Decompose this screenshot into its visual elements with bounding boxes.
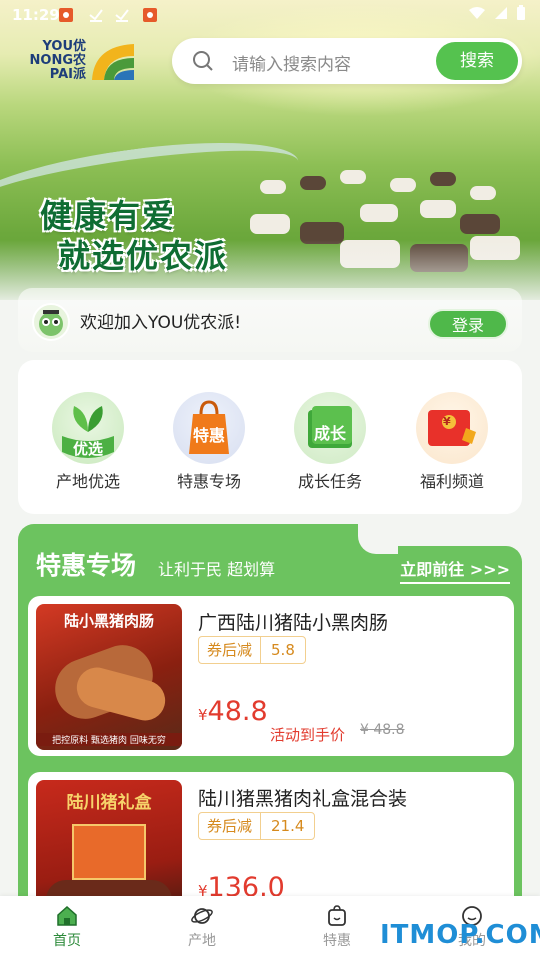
planet-icon (191, 908, 213, 924)
shortcut-label: 福利频道 (419, 472, 484, 491)
battery-icon (517, 5, 525, 20)
search-input[interactable]: 请输入搜索内容 (232, 50, 351, 75)
product-image-title: 陆川猪礼盒 (66, 793, 152, 813)
welcome-text: 欢迎加入YOU优农派! (80, 313, 242, 333)
nav-label: 产地 (188, 933, 216, 949)
product-image-tags: 把控原料 甄选猪肉 回味无穷 (36, 733, 182, 746)
search-button[interactable]: 搜索 (436, 42, 518, 80)
status-time: 11:29 (12, 6, 60, 24)
gift-bag-icon (328, 905, 346, 926)
login-button[interactable]: 登录 (428, 309, 508, 339)
home-icon (57, 905, 77, 926)
shortcut-badge: 成长 (313, 424, 346, 443)
logo-mark-icon (92, 44, 134, 80)
shortcut-label: 产地优选 (55, 472, 120, 491)
logo-line-1: YOU优 (42, 39, 86, 54)
section-tab-notch (358, 524, 398, 554)
welcome-card: 欢迎加入YOU优农派! 登录 (18, 288, 522, 352)
product-price: ¥48.8 (198, 696, 268, 727)
shortcut-growth-task[interactable]: 成长 成长任务 (280, 392, 380, 492)
shortcut-badge: ¥ (443, 415, 451, 428)
product-image-title: 陆小黑猪肉肠 (63, 612, 154, 630)
watermark-text: ITMOP.COM (380, 920, 540, 950)
search-bar[interactable]: 请输入搜索内容 搜索 (172, 38, 522, 84)
growth-book-icon: 成长 (294, 392, 366, 464)
special-offer-section: 特惠专场 让利于民 超划算 立即前往 >>> 陆小黑猪肉肠 把控原料 甄选猪肉 … (18, 524, 522, 932)
nav-label: 特惠 (323, 933, 351, 949)
cow-figure (260, 180, 286, 194)
nav-home[interactable]: 首页 (27, 904, 107, 950)
cow-figure (300, 176, 326, 190)
section-subtitle: 让利于民 超划算 (158, 560, 276, 579)
coupon-value: 21.4 (271, 817, 305, 835)
gift-box-shape (72, 824, 146, 880)
avatar (32, 303, 70, 341)
cow-figure (360, 204, 398, 222)
app-notification-icon (143, 8, 157, 22)
coupon-value: 5.8 (271, 641, 295, 659)
cow-figure (250, 214, 290, 234)
product-image[interactable]: 陆小黑猪肉肠 把控原料 甄选猪肉 回味无穷 (36, 604, 182, 750)
cow-figure (470, 186, 496, 200)
product-name: 陆川猪黑猪肉礼盒混合装 (198, 788, 408, 810)
coupon-label: 券后减 (199, 637, 262, 663)
download-icon (115, 9, 129, 22)
shortcut-label: 特惠专场 (176, 472, 241, 491)
cow-figure (420, 200, 456, 218)
product-name: 广西陆川猪陆小黑肉肠 (198, 612, 389, 634)
coupon-badge: 券后减 5.8 (198, 636, 306, 664)
bag-icon: 特惠 (173, 392, 245, 464)
red-envelope-icon: ¥ (416, 392, 488, 464)
app-logo: YOU优 NONG农 PAI派 (28, 38, 136, 84)
wifi-icon (469, 7, 485, 19)
nav-label: 首页 (53, 933, 81, 949)
status-bar: 11:29 (0, 0, 540, 30)
currency-symbol: ¥ (198, 706, 208, 724)
nav-special[interactable]: 特惠 (297, 904, 377, 950)
shortcut-label: 成长任务 (297, 472, 362, 491)
banner-slogan: 健康有爱 就选优农派 (40, 196, 228, 276)
coupon-badge: 券后减 21.4 (198, 812, 316, 840)
go-now-link[interactable]: 立即前往 >>> (400, 556, 510, 584)
price-value: 48.8 (207, 696, 268, 727)
shortcut-grid: 优选 产地优选 特惠 特惠专场 成长 成长任务 ¥ 福利频道 (18, 360, 522, 514)
shortcut-origin-select[interactable]: 优选 产地优选 (38, 392, 138, 492)
download-icon (89, 9, 103, 22)
original-price: ¥ 48.8 (360, 722, 405, 738)
shortcut-welfare-channel[interactable]: ¥ 福利频道 (402, 392, 502, 492)
section-title: 特惠专场 (36, 551, 137, 580)
cow-figure (340, 170, 366, 184)
cow-figure (390, 178, 416, 192)
leaf-icon: 优选 (52, 392, 124, 464)
shortcut-badge: 优选 (72, 440, 103, 458)
slogan-line-2: 就选优农派 (58, 237, 229, 275)
cow-figure (430, 172, 456, 186)
cow-figure (460, 214, 500, 234)
shortcut-special-offer[interactable]: 特惠 特惠专场 (159, 392, 259, 492)
mascot-icon (39, 310, 63, 336)
activity-price-label: 活动到手价 (270, 726, 346, 744)
coupon-label: 券后减 (199, 813, 262, 839)
app-notification-icon (59, 8, 73, 22)
logo-line-3: PAI派 (49, 67, 86, 82)
logo-line-2: NONG农 (29, 53, 86, 68)
slogan-line-1: 健康有爱 (40, 197, 177, 235)
product-card[interactable]: 陆小黑猪肉肠 把控原料 甄选猪肉 回味无穷 广西陆川猪陆小黑肉肠 券后减 5.8… (28, 596, 514, 756)
nav-origin[interactable]: 产地 (162, 904, 242, 950)
search-icon (193, 51, 213, 71)
shortcut-badge: 特惠 (192, 426, 225, 445)
signal-icon (495, 7, 507, 19)
